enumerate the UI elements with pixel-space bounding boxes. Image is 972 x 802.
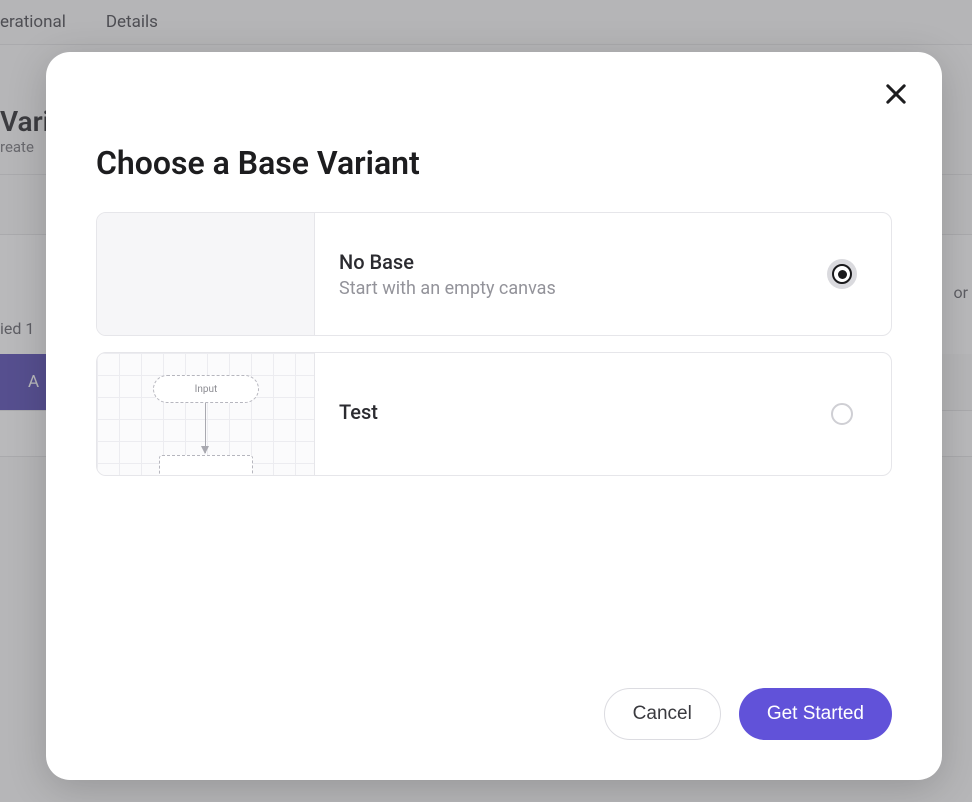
choose-base-variant-modal: Choose a Base Variant No Base Start with… (46, 52, 942, 780)
variant-thumb-flow: Input (97, 353, 315, 475)
variant-option-radio[interactable] (831, 403, 853, 425)
get-started-button[interactable]: Get Started (739, 688, 892, 740)
variant-option-test[interactable]: Input Test (96, 352, 892, 476)
variant-option-title: No Base (339, 250, 811, 274)
modal-footer: Cancel Get Started (96, 688, 892, 740)
variant-option-no-base[interactable]: No Base Start with an empty canvas (96, 212, 892, 336)
close-button[interactable] (878, 76, 914, 112)
modal-title: Choose a Base Variant (96, 144, 892, 182)
cancel-button[interactable]: Cancel (604, 688, 721, 740)
variant-thumb-blank (97, 213, 315, 335)
variant-option-description: Start with an empty canvas (339, 278, 811, 299)
arrow-down-icon (205, 403, 206, 453)
thumb-target-node (159, 455, 253, 476)
variant-option-radio[interactable] (827, 259, 857, 289)
close-icon (882, 80, 910, 108)
variant-option-list: No Base Start with an empty canvas Input (96, 212, 892, 476)
variant-option-title: Test (339, 400, 815, 424)
thumb-input-node: Input (153, 375, 259, 403)
